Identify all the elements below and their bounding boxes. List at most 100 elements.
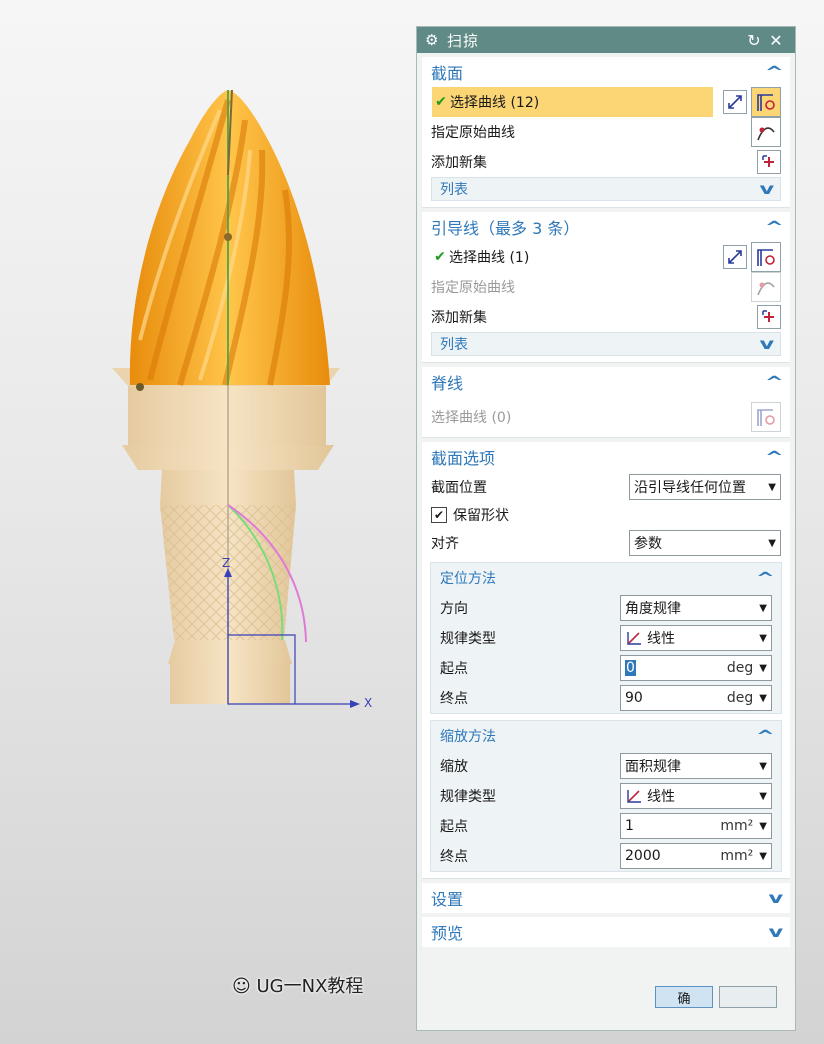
section-select-curve-label: 选择曲线 (12) bbox=[450, 95, 540, 111]
dialog-footer: 确 bbox=[417, 968, 795, 1030]
ok-button[interactable]: 确 bbox=[655, 986, 713, 1008]
add-set-icon[interactable] bbox=[757, 305, 781, 329]
curve-rule-icon[interactable] bbox=[723, 245, 747, 269]
guide-add-new-set[interactable]: 添加新集 bbox=[422, 302, 790, 332]
select-curve-icon[interactable] bbox=[751, 87, 781, 117]
spine-group-title: 脊线 bbox=[431, 374, 464, 393]
section-list-toggle[interactable]: 列表 v bbox=[431, 177, 781, 201]
orientation-method-header[interactable]: 定位方法 ^ bbox=[431, 563, 781, 593]
chevron-down-icon[interactable]: v bbox=[760, 335, 775, 353]
select-curve-icon[interactable] bbox=[751, 242, 781, 272]
settings-group[interactable]: 设置 v bbox=[422, 883, 790, 913]
scaling-scale-select[interactable]: 面积规律 ▼ bbox=[620, 753, 772, 779]
orientation-start-input[interactable]: 0 deg ▼ bbox=[620, 655, 772, 681]
preserve-shape-row[interactable]: ✔ 保留形状 bbox=[422, 502, 790, 528]
orientation-law-type-select[interactable]: 线性 ▼ bbox=[620, 625, 772, 651]
reset-icon[interactable]: ↻ bbox=[743, 31, 765, 50]
dialog-titlebar[interactable]: ⚙ 扫掠 ↻ ✕ bbox=[417, 27, 795, 53]
graphics-viewport[interactable]: X Z bbox=[0, 0, 416, 1044]
guide-add-new-set-label: 添加新集 bbox=[431, 310, 487, 326]
scaling-start-unit: mm² bbox=[720, 818, 754, 834]
chevron-down-icon[interactable]: v bbox=[760, 180, 775, 198]
chevron-down-icon[interactable]: v bbox=[769, 889, 784, 907]
align-value: 参数 bbox=[634, 536, 662, 552]
section-add-new-set[interactable]: 添加新集 bbox=[422, 147, 790, 177]
linear-law-icon bbox=[627, 790, 641, 803]
chevron-up-icon[interactable]: ^ bbox=[765, 63, 784, 81]
section-position-select[interactable]: 沿引导线任何位置 ▼ bbox=[629, 474, 781, 500]
select-curve-icon bbox=[751, 402, 781, 432]
chevron-up-icon[interactable]: ^ bbox=[765, 448, 784, 466]
chevron-up-icon[interactable]: ^ bbox=[765, 373, 784, 391]
scaling-method-title: 缩放方法 bbox=[440, 729, 496, 745]
section-position-row: 截面位置 沿引导线任何位置 ▼ bbox=[422, 472, 790, 502]
scaling-end-label: 终点 bbox=[440, 849, 468, 865]
preview-group-title: 预览 bbox=[431, 924, 464, 943]
dropdown-arrow-icon: ▼ bbox=[759, 760, 767, 772]
origin-curve-icon[interactable] bbox=[751, 117, 781, 147]
scaling-scale-label: 缩放 bbox=[440, 759, 468, 775]
scaling-law-type-row: 规律类型 线性 ▼ bbox=[431, 781, 781, 811]
scaling-end-value: 2000 bbox=[625, 848, 661, 864]
chevron-down-icon[interactable]: v bbox=[769, 923, 784, 941]
scaling-start-input[interactable]: 1 mm² ▼ bbox=[620, 813, 772, 839]
scaling-scale-row: 缩放 面积规律 ▼ bbox=[431, 751, 781, 781]
orientation-law-type-row: 规律类型 线性 ▼ bbox=[431, 623, 781, 653]
section-specify-origin[interactable]: 指定原始曲线 bbox=[422, 117, 790, 147]
spine-select-curve: 选择曲线 (0) bbox=[422, 397, 790, 437]
ice-cream-model bbox=[112, 89, 360, 708]
orientation-law-type-label: 规律类型 bbox=[440, 631, 496, 647]
scaling-end-input[interactable]: 2000 mm² ▼ bbox=[620, 843, 772, 869]
dropdown-arrow-icon[interactable]: ▼ bbox=[759, 851, 767, 862]
control-point[interactable] bbox=[136, 383, 144, 391]
dropdown-arrow-icon[interactable]: ▼ bbox=[759, 821, 767, 832]
guide-specify-origin-label: 指定原始曲线 bbox=[431, 280, 515, 296]
section-group-title: 截面 bbox=[431, 64, 464, 83]
chevron-up-icon[interactable]: ^ bbox=[756, 727, 775, 745]
orientation-direction-select[interactable]: 角度规律 ▼ bbox=[620, 595, 772, 621]
add-set-icon[interactable] bbox=[757, 150, 781, 174]
scaling-method-header[interactable]: 缩放方法 ^ bbox=[431, 721, 781, 751]
curve-rule-icon[interactable] bbox=[723, 90, 747, 114]
chevron-up-icon[interactable]: ^ bbox=[756, 569, 775, 587]
orientation-start-label: 起点 bbox=[440, 661, 468, 677]
dropdown-arrow-icon[interactable]: ▼ bbox=[759, 663, 767, 674]
chevron-up-icon[interactable]: ^ bbox=[765, 218, 784, 236]
close-icon[interactable]: ✕ bbox=[765, 31, 787, 50]
guide-group-header[interactable]: 引导线（最多 3 条） ^ bbox=[422, 212, 790, 242]
orientation-direction-value: 角度规律 bbox=[625, 601, 681, 617]
section-group: 截面 ^ ✔ 选择曲线 (12) 指定原始曲线 添加新集 列表 v bbox=[422, 57, 790, 208]
x-axis-label: X bbox=[364, 696, 373, 710]
orientation-start-row: 起点 0 deg ▼ bbox=[431, 653, 781, 683]
guide-select-curve-label: 选择曲线 (1) bbox=[449, 250, 530, 266]
guide-select-curve[interactable]: ✔ 选择曲线 (1) bbox=[422, 242, 790, 272]
orientation-law-type-value: 线性 bbox=[647, 631, 675, 647]
control-point[interactable] bbox=[224, 233, 232, 241]
scaling-start-row: 起点 1 mm² ▼ bbox=[431, 811, 781, 841]
cone-base bbox=[170, 664, 290, 704]
scaling-law-type-label: 规律类型 bbox=[440, 789, 496, 805]
scaling-law-type-select[interactable]: 线性 ▼ bbox=[620, 783, 772, 809]
guide-group-title: 引导线（最多 3 条） bbox=[431, 219, 580, 238]
cancel-button[interactable] bbox=[719, 986, 777, 1008]
watermark: ☺ UG一NX教程 bbox=[232, 972, 363, 998]
orientation-end-unit: deg bbox=[726, 690, 754, 706]
section-select-curve[interactable]: ✔ 选择曲线 (12) bbox=[432, 87, 713, 117]
preview-group[interactable]: 预览 v bbox=[422, 917, 790, 947]
guide-list-toggle[interactable]: 列表 v bbox=[431, 332, 781, 356]
section-group-header[interactable]: 截面 ^ bbox=[422, 57, 790, 87]
spine-group-header[interactable]: 脊线 ^ bbox=[422, 367, 790, 397]
align-row: 对齐 参数 ▼ bbox=[422, 528, 790, 558]
align-label: 对齐 bbox=[431, 536, 459, 552]
preview-group-header[interactable]: 预览 v bbox=[422, 917, 790, 947]
orientation-end-row: 终点 90 deg ▼ bbox=[431, 683, 781, 713]
preserve-shape-checkbox[interactable]: ✔ bbox=[431, 507, 447, 523]
section-options-header[interactable]: 截面选项 ^ bbox=[422, 442, 790, 472]
dropdown-arrow-icon[interactable]: ▼ bbox=[759, 693, 767, 704]
section-add-new-set-label: 添加新集 bbox=[431, 155, 487, 171]
orientation-end-input[interactable]: 90 deg ▼ bbox=[620, 685, 772, 711]
dropdown-arrow-icon: ▼ bbox=[768, 537, 776, 549]
sweep-dialog: ⚙ 扫掠 ↻ ✕ 截面 ^ ✔ 选择曲线 (12) 指定原始曲线 添加新集 列表… bbox=[416, 26, 796, 1031]
settings-group-header[interactable]: 设置 v bbox=[422, 883, 790, 913]
align-select[interactable]: 参数 ▼ bbox=[629, 530, 781, 556]
